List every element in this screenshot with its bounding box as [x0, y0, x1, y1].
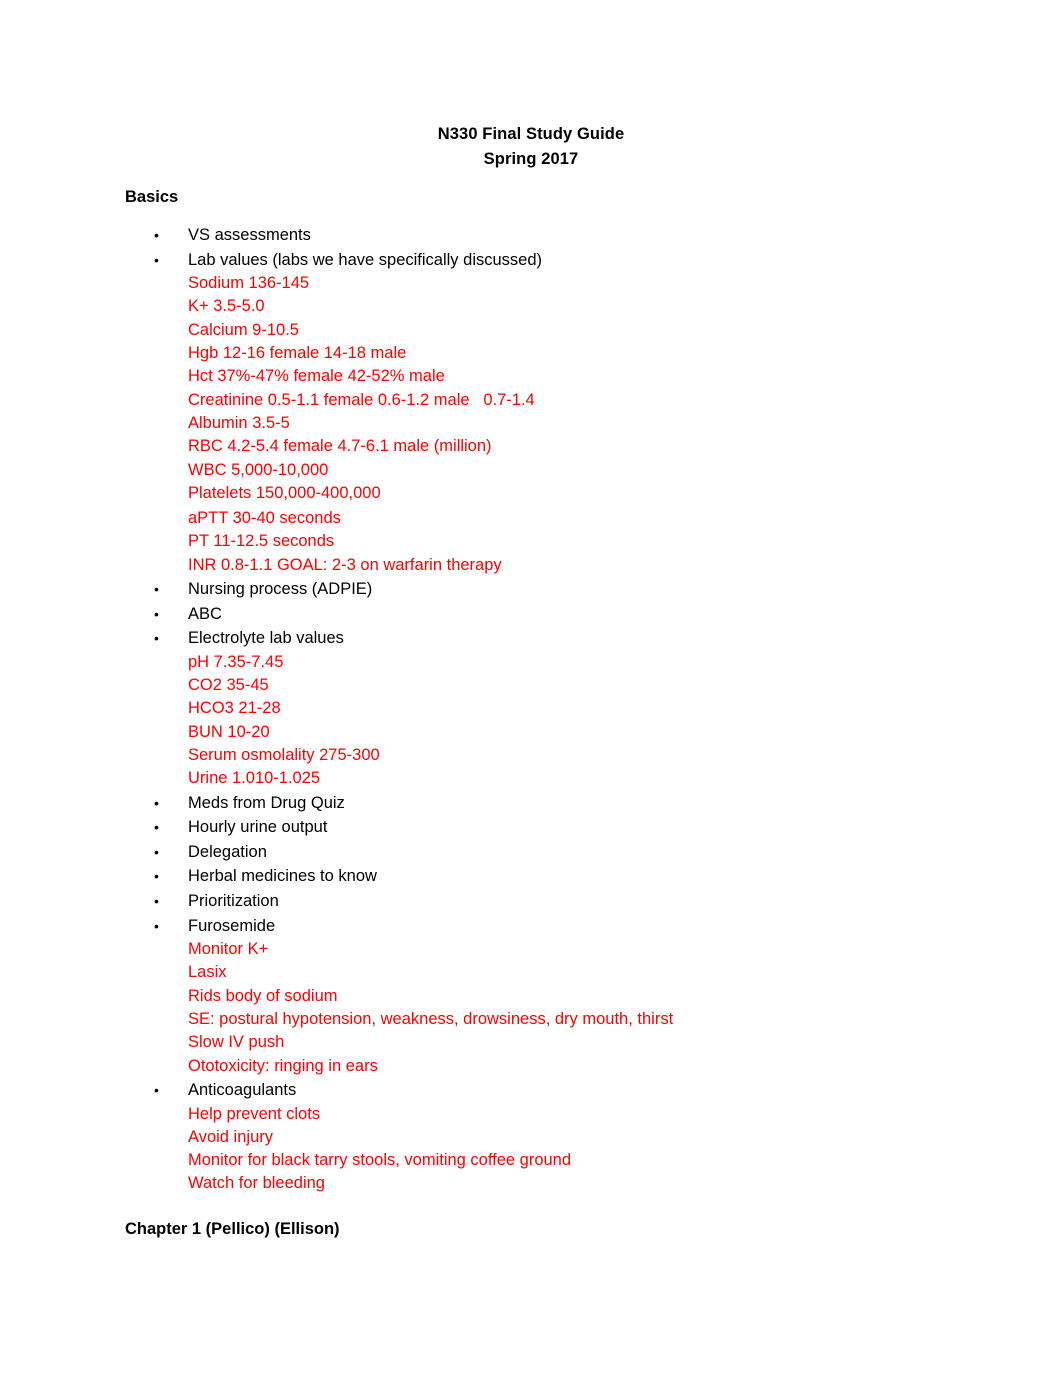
detail-line: Watch for bleeding — [188, 1174, 325, 1193]
list-item: • Anticoagulants — [0, 1078, 1062, 1103]
bullet-icon: • — [154, 843, 159, 860]
detail-line: HCO3 21-28 — [188, 699, 281, 718]
list-item: • Delegation — [0, 840, 1062, 865]
detail-line: Serum osmolality 275-300 — [188, 746, 380, 765]
list-item: • Prioritization — [0, 889, 1062, 914]
list-item-label: VS assessments — [188, 226, 311, 244]
list-item-label: Herbal medicines to know — [188, 867, 377, 886]
bullet-icon: • — [154, 227, 159, 243]
detail-line: K+ 3.5-5.0 — [188, 297, 265, 316]
list-item-label: Hourly urine output — [188, 818, 328, 837]
list-item-label: Furosemide — [188, 916, 276, 935]
list-item-label: Anticoagulants — [188, 1080, 297, 1099]
detail-line: CO2 35-45 — [188, 676, 269, 695]
list-item-label: Nursing process (ADPIE) — [188, 580, 373, 599]
chapter-heading: Chapter 1 (Pellico) (Ellison) — [125, 1219, 340, 1238]
list-item: • Electrolyte lab values — [0, 626, 1062, 651]
detail-line: Monitor K+ — [188, 940, 269, 959]
detail-line: Hgb 12-16 female 14-18 male — [188, 344, 407, 363]
list-item: • VS assessments — [0, 223, 1062, 248]
document-title-line-2: Spring 2017 — [483, 150, 579, 168]
bullet-icon: • — [154, 868, 159, 885]
detail-line: Urine 1.010-1.025 — [188, 769, 321, 788]
detail-line: SE: postural hypotension, weakness, drow… — [188, 1010, 674, 1029]
detail-line: Help prevent clots — [188, 1104, 321, 1123]
bullet-icon: • — [154, 892, 159, 909]
list-item: • Lab values (labs we have specifically d… — [0, 248, 1062, 273]
section-heading-basics: Basics — [125, 188, 179, 206]
detail-line: Lasix — [188, 963, 227, 982]
list-item: • Herbal medicines to know — [0, 864, 1062, 889]
list-item-label: Lab values (labs we have specifically di… — [188, 250, 543, 269]
list-item: • Nursing process (ADPIE) — [0, 577, 1062, 602]
detail-line: aPTT 30-40 seconds — [188, 509, 341, 528]
list-item-label: Prioritization — [188, 891, 279, 910]
detail-line: Hct 37%-47% female 42-52% male — [188, 367, 445, 386]
document-title-block: N330 Final Study Guide Spring 2017 — [0, 122, 1062, 172]
detail-line: Monitor for black tarry stools, vomiting… — [188, 1151, 572, 1170]
detail-line: INR 0.8-1.1 GOAL: 2-3 on warfarin therap… — [188, 555, 502, 574]
detail-line: pH 7.35-7.45 — [188, 652, 284, 671]
detail-line: Slow IV push — [188, 1033, 285, 1052]
bullet-icon: • — [154, 819, 159, 836]
detail-line: Creatinine 0.5-1.1 female 0.6-1.2 male 0… — [188, 390, 535, 409]
detail-line: Platelets 150,000-400,000 — [188, 483, 381, 502]
bullet-icon: • — [154, 605, 159, 622]
detail-line: PT 11-12.5 seconds — [188, 532, 335, 551]
detail-line: Rids body of sodium — [188, 986, 338, 1005]
detail-line: Sodium 136-145 — [188, 274, 310, 293]
detail-line: Albumin 3.5-5 — [188, 413, 290, 432]
document-body: N330 Final Study Guide Spring 2017 Basic… — [0, 0, 1062, 1241]
bullet-icon: • — [154, 1081, 159, 1098]
bullet-icon: • — [154, 794, 159, 811]
detail-line: Avoid injury — [188, 1127, 273, 1146]
detail-line: RBC 4.2-5.4 female 4.7-6.1 male (million… — [188, 437, 492, 456]
bullet-icon: • — [154, 630, 159, 647]
detail-line: Ototoxicity: ringing in ears — [188, 1056, 378, 1075]
list-item-label: ABC — [188, 604, 222, 623]
list-item: • ABC — [0, 602, 1062, 627]
bullet-icon: • — [154, 581, 159, 598]
list-item-label: Electrolyte lab values — [188, 629, 344, 648]
bullet-icon: • — [154, 917, 159, 934]
bullet-icon: • — [154, 251, 159, 268]
document-page: N330 Final Study Guide Spring 2017 Basic… — [0, 0, 1062, 1377]
document-title-line-1: N330 Final Study Guide — [437, 125, 625, 143]
list-item-label: Delegation — [188, 842, 267, 861]
detail-line: BUN 10-20 — [188, 722, 270, 741]
basics-bullet-list: • VS assessments • Lab values (labs we have… — [0, 223, 1062, 1196]
detail-line: Calcium 9-10.5 — [188, 320, 299, 339]
list-item-label: Meds from Drug Quiz — [188, 793, 345, 812]
list-item: • Hourly urine output — [0, 815, 1062, 840]
list-item: • Meds from Drug Quiz — [0, 791, 1062, 816]
list-item: • Furosemide — [0, 914, 1062, 939]
detail-line: WBC 5,000-10,000 — [188, 460, 329, 479]
